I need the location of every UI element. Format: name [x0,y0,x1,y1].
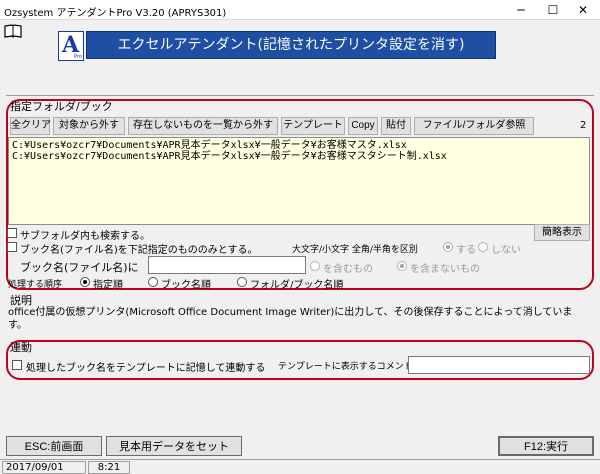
order-book-radio[interactable] [148,277,158,287]
browse-button[interactable]: ファイル/フォルダ参照 [414,117,534,135]
folder-section-label: 指定フォルダ/ブック [10,100,113,113]
contains-label: を含むもの [323,264,373,275]
order-label: 処理する順序 [8,280,63,290]
comment-input[interactable] [408,356,590,374]
paste-button[interactable]: 貼付 [381,117,411,135]
file-count: 2 [580,120,587,131]
window-title: Ozsystem アテンダントPro V3.20 (APRYS301) [4,8,227,19]
case-label: 大文字/小文字 全角/半角を区別 [292,245,418,255]
simple-view-button[interactable]: 簡略表示 [534,224,590,241]
subfolder-label: サブフォルダ内も検索する。 [20,231,150,242]
remove-missing-button[interactable]: 存在しないものを一覧から外す [128,117,278,135]
page-title: エクセルアテンダント(記憶されたプリンタ設定を消す) [86,31,496,59]
case-yes-label: する [456,245,476,256]
status-date: 2017/09/01 [2,461,86,474]
order-folder-radio[interactable] [237,277,247,287]
order-spec-label: 指定順 [93,280,123,291]
name-input-label: ブック名(ファイル名)に [20,261,139,274]
not-contains-radio[interactable] [397,261,407,271]
book-icon[interactable] [4,24,22,38]
maximize-button[interactable]: ☐ [538,0,568,20]
list-item[interactable]: C:¥Users¥ozcr7¥Documents¥APR見本データxlsx¥一般… [12,151,586,162]
copy-button[interactable]: Copy [348,117,378,135]
order-book-label: ブック名順 [161,280,211,291]
case-no-label: しない [491,245,521,256]
case-yes-radio[interactable] [443,242,453,252]
divider [6,95,594,96]
link-section-label: 連動 [10,341,32,354]
status-time: 8:21 [88,461,130,474]
order-folder-label: フォルダ/ブック名順 [250,280,344,291]
back-button[interactable]: ESC:前画面 [6,436,102,456]
app-logo: A Pro [58,31,84,61]
list-item[interactable]: C:¥Users¥ozcr7¥Documents¥APR見本データxlsx¥一般… [12,140,586,151]
close-button[interactable]: ✕ [568,0,598,20]
not-contains-label: を含まないもの [410,264,480,275]
minimize-button[interactable]: ─ [506,0,536,20]
contains-radio[interactable] [310,261,320,271]
comment-label: テンプレートに表示するコメント [278,362,413,372]
template-button[interactable]: テンプレート [281,117,345,135]
order-spec-radio[interactable] [80,277,90,287]
name-input[interactable] [148,256,306,274]
sample-data-button[interactable]: 見本用データをセット [106,436,242,456]
case-no-radio[interactable] [478,242,488,252]
remove-from-list-button[interactable]: 対象から外す [53,117,125,135]
subfolder-checkbox[interactable] [7,228,17,238]
status-bar: 2017/09/01 8:21 [0,459,600,474]
title-bar: Ozsystem アテンダントPro V3.20 (APRYS301) ─ ☐ … [0,0,600,20]
description-text: office付属の仮想プリンタ(Microsoft Office Documen… [8,307,573,331]
link-checkbox[interactable] [12,360,22,370]
link-checkbox-label: 処理したブック名をテンプレートに記憶して連動する [26,363,266,374]
run-button[interactable]: F12:実行 [498,436,594,456]
name-filter-checkbox[interactable] [7,242,17,252]
clear-all-button[interactable]: 全クリア [10,117,51,135]
name-filter-label: ブック名(ファイル名)を下記指定のもののみとする。 [20,245,258,256]
logo-sub: Pro [74,54,82,60]
file-list[interactable]: C:¥Users¥ozcr7¥Documents¥APR見本データxlsx¥一般… [8,137,590,225]
